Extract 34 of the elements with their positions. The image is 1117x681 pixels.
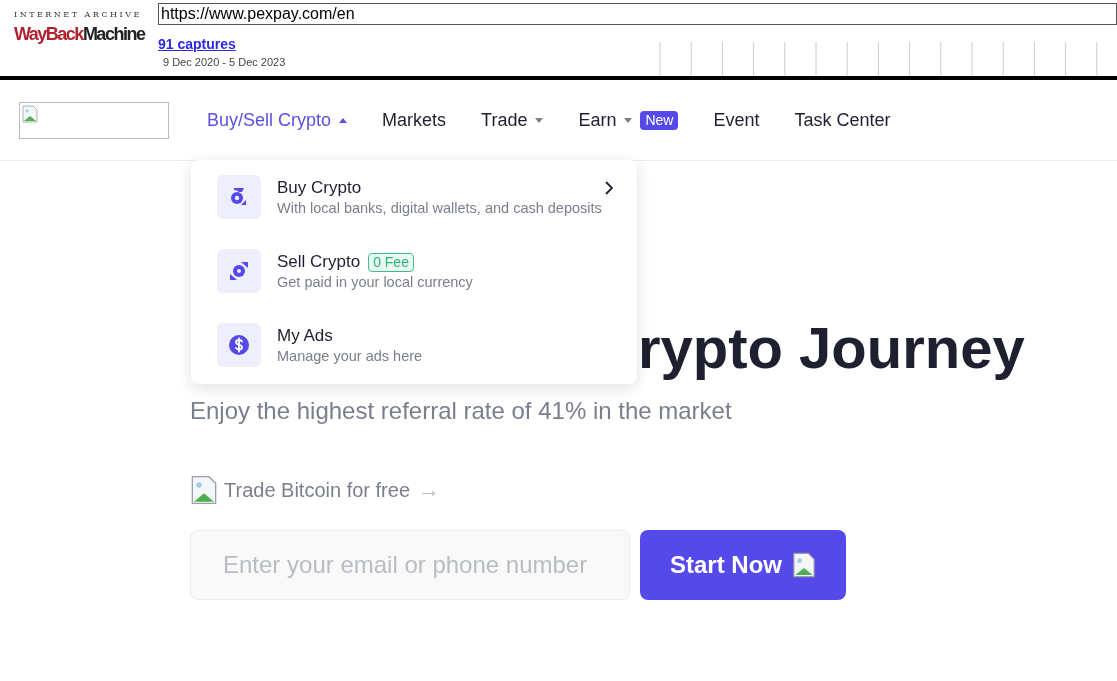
nav-link[interactable]: Task Center — [794, 106, 891, 134]
caret-icon — [339, 117, 348, 123]
hero-title: rypto Journey — [638, 314, 1025, 382]
hero-subtitle: Enjoy the highest referral rate of 41% in the market — [190, 396, 733, 426]
fee-tag: 0 Fee — [368, 252, 414, 272]
menu-item-title[interactable]: My Ads — [277, 325, 333, 347]
nav-link[interactable]: Markets — [382, 106, 447, 134]
menu-item-title[interactable]: Buy Crypto — [277, 177, 362, 199]
caret-icon — [535, 117, 544, 123]
wayback-logo: WayBackMachine — [14, 23, 146, 46]
nav-link[interactable]: Trade — [481, 106, 528, 134]
dollar-icon — [217, 323, 261, 367]
broken-image-icon — [190, 474, 218, 505]
date-range: 9 Dec 2020 - 5 Dec 2023 — [162, 55, 287, 70]
nav-link[interactable]: Event — [713, 106, 760, 134]
broken-image-icon — [792, 552, 816, 578]
new-badge: New — [640, 110, 679, 130]
start-now-button[interactable]: Start Now — [640, 530, 846, 600]
trade-link[interactable]: Trade Bitcoin for free — [224, 474, 410, 505]
nav-link[interactable]: Buy/Sell Crypto — [207, 106, 332, 134]
captures-link[interactable]: 91 captures — [158, 36, 658, 52]
broken-image-icon — [22, 104, 38, 123]
menu-item-subtitle: Manage your ads here — [277, 347, 424, 365]
menu-item-subtitle: Get paid in your local currency — [277, 273, 474, 291]
archive-label: INTERNET ARCHIVE — [14, 9, 143, 21]
menu-item-title[interactable]: Sell Crypto — [277, 251, 361, 273]
url-field[interactable]: https://www.pexpay.com/en — [158, 3, 1117, 25]
menu-item-subtitle: With local banks, digital wallets, and cash deposits — [277, 199, 603, 217]
email-field[interactable]: Enter your email or phone number — [190, 530, 630, 600]
coin-icon — [217, 175, 261, 219]
coin-icon — [217, 249, 261, 293]
nav-link[interactable]: Earn — [578, 106, 617, 134]
caret-icon — [624, 117, 633, 123]
arrow-icon: → — [418, 473, 440, 506]
